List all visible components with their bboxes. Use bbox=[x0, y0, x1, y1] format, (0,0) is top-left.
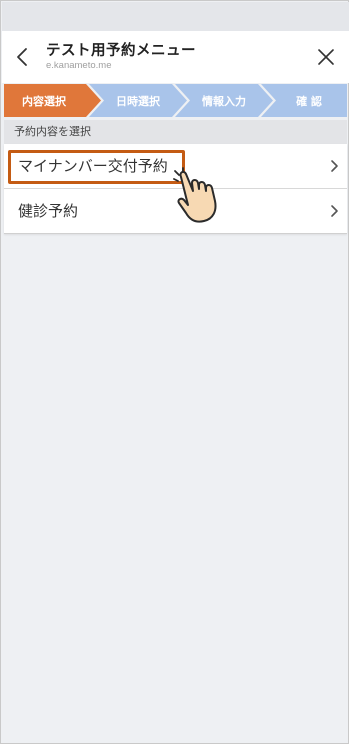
chevron-right-icon bbox=[331, 205, 338, 217]
section-label: 予約内容を選択 bbox=[4, 120, 347, 144]
list-item-label: 健診予約 bbox=[18, 202, 79, 220]
close-icon bbox=[318, 49, 334, 65]
step-4-label: 確 認 bbox=[296, 94, 322, 108]
step-3-label: 情報入力 bbox=[202, 94, 246, 108]
step-2-label: 日時選択 bbox=[116, 94, 161, 108]
back-button[interactable] bbox=[12, 45, 32, 69]
step-1-label: 内容選択 bbox=[22, 94, 67, 108]
chevron-right-icon bbox=[331, 160, 338, 172]
app-frame: テスト用予約メニュー e.kanameto.me 内容選択 日時選択 情報入力 … bbox=[0, 0, 349, 744]
page-url: e.kanameto.me bbox=[46, 60, 112, 71]
chevron-left-icon bbox=[17, 48, 27, 66]
pointing-hand-icon bbox=[173, 167, 217, 223]
step-indicator: 内容選択 日時選択 情報入力 確 認 bbox=[4, 84, 347, 117]
list-item-label: マイナンバー交付予約 bbox=[18, 157, 168, 175]
header: テスト用予約メニュー e.kanameto.me bbox=[2, 31, 349, 83]
page-title: テスト用予約メニュー bbox=[46, 43, 196, 59]
close-button[interactable] bbox=[315, 45, 337, 69]
status-bar bbox=[2, 2, 349, 31]
